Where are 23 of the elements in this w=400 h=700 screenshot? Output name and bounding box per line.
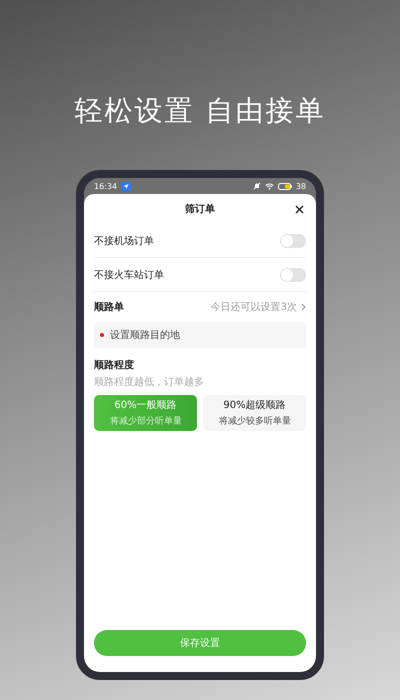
route-hint[interactable]: 今日还可以设置3次 [210,300,297,314]
toggle-label: 不接机场订单 [94,234,154,248]
sheet-title: 筛订单 [185,202,215,216]
chevron-right-icon[interactable] [301,303,306,311]
save-button[interactable]: 保存设置 [94,630,306,656]
mute-icon [252,182,261,190]
battery-level: 38 [296,182,306,190]
close-icon[interactable] [295,205,304,214]
option-card[interactable]: 90%超级顺路 将减少较多听单量 [203,395,306,431]
section-title: 顺路单 [94,300,125,314]
headline: 轻松设置 自由接单 [74,93,326,129]
section-subtitle: 顺路程度越低，订单越多 [94,376,205,389]
toggle-switch[interactable] [280,268,306,282]
dot-icon [100,333,104,337]
wifi-icon [264,182,274,190]
section-title: 顺路程度 [94,358,135,372]
toggle-switch[interactable] [280,234,306,248]
toggle-label: 不接火车站订单 [94,268,164,282]
navigation-icon [121,182,132,190]
option-card[interactable]: 60%一般顺路 将减少部分听单量 [94,395,197,431]
destination-row[interactable]: 设置顺路目的地 [94,322,306,348]
status-time: 16:34 [94,182,118,190]
battery-icon [278,182,292,190]
